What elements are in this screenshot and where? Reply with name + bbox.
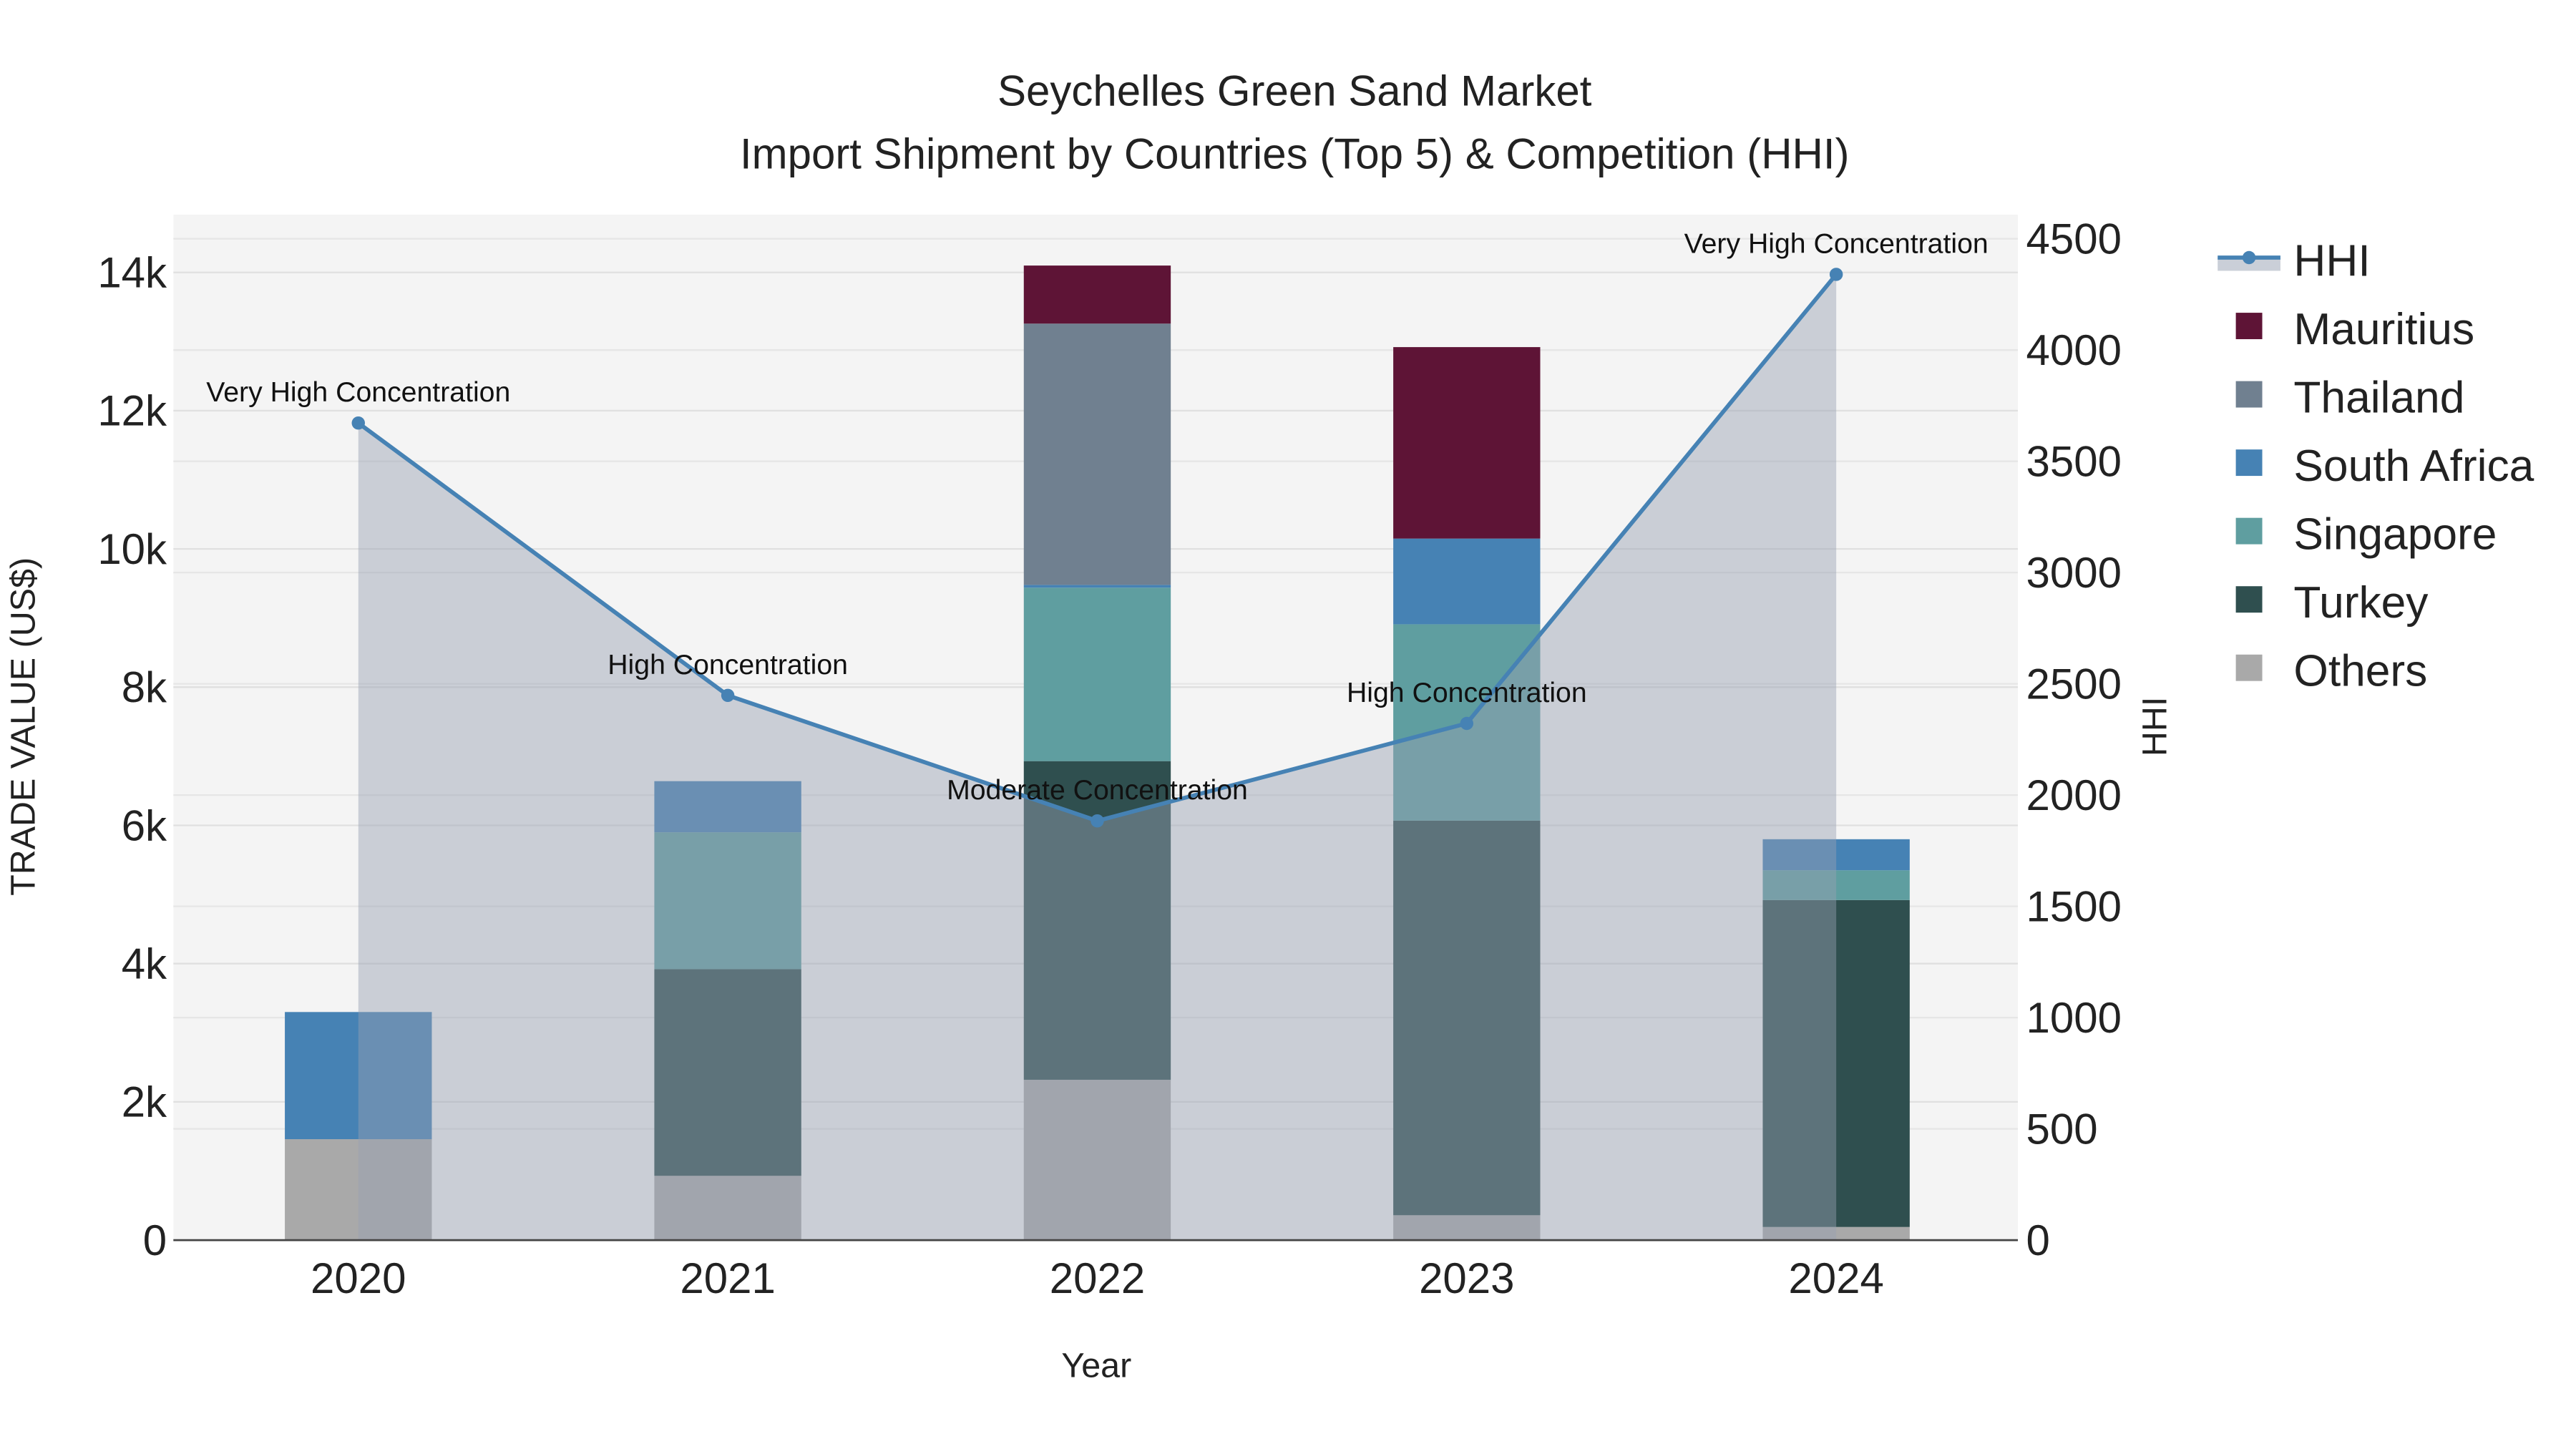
legend-label: Mauritius [2293,305,2474,354]
y-axis-title: TRADE VALUE (US$) [4,557,42,896]
y2-tick-label: 500 [2026,1105,2098,1153]
legend: HHI Mauritius Thailand South Africa Singapor… [2218,236,2534,696]
y-tick-label: 4k [122,940,167,987]
hhi-annotation: Very High Concentration [1684,228,1989,259]
legend-label: Others [2293,647,2427,696]
y2-tick-label: 3500 [2026,437,2122,485]
legend-label: HHI [2293,236,2370,286]
legend-swatch [2235,517,2263,545]
legend-swatch [2235,449,2263,477]
y2-tick-label: 2500 [2026,660,2122,708]
chart-subtitle: Import Shipment by Countries (Top 5) & C… [740,130,1850,177]
x-tick-label: 2023 [1419,1254,1514,1302]
hhi-annotation: High Concentration [1347,677,1587,708]
x-tick-label: 2022 [1050,1254,1145,1302]
legend-swatch [2235,381,2263,408]
bar-south-africa [1393,538,1541,625]
x-tick-label: 2021 [680,1254,775,1302]
y-tick-label: 6k [122,801,167,849]
chart-title: Seychelles Green Sand Market [997,67,1592,115]
hhi-annotation: High Concentration [608,649,848,680]
x-tick-label: 2024 [1788,1254,1883,1302]
y-tick-label: 12k [97,387,167,435]
y2-tick-label: 0 [2026,1216,2050,1264]
hhi-annotation: Moderate Concentration [947,774,1248,806]
y2-tick-label: 3000 [2026,549,2122,597]
y-tick-label: 8k [122,663,167,711]
bar-singapore [1023,587,1171,761]
y-tick-label: 2k [122,1078,167,1126]
legend-label: South Africa [2293,441,2534,491]
legend-swatch [2235,654,2263,681]
legend-label: Thailand [2293,373,2464,422]
y2-tick-label: 2000 [2026,771,2122,819]
legend-swatch [2235,313,2263,339]
legend-hhi-marker [2242,250,2256,265]
bar-mauritius [1393,347,1541,539]
hhi-point [721,688,735,703]
y2-tick-label: 1500 [2026,882,2122,930]
chart: Very High Concentration High Concentratio… [4,67,2534,1385]
y2-tick-label: 4500 [2026,215,2122,263]
bar-thailand [1023,323,1171,585]
bar-south-africa [1023,585,1171,588]
x-axis-title: Year [1061,1347,1131,1385]
hhi-point [1091,814,1104,828]
y2-axis-title: HHI [2136,697,2175,756]
y-tick-label: 14k [97,249,167,297]
legend-label: Singapore [2293,510,2497,560]
y2-tick-label: 4000 [2026,326,2122,374]
y-tick-label: 10k [97,525,167,573]
y-tick-label: 0 [143,1216,167,1264]
x-tick-label: 2020 [311,1254,406,1302]
bar-mauritius [1023,265,1171,324]
hhi-point [1829,268,1843,281]
legend-swatch [2235,586,2263,613]
hhi-point [351,416,365,430]
hhi-point [1460,716,1474,731]
y2-tick-label: 1000 [2026,994,2122,1042]
hhi-annotation: Very High Concentration [206,376,510,408]
legend-label: Turkey [2293,578,2429,628]
